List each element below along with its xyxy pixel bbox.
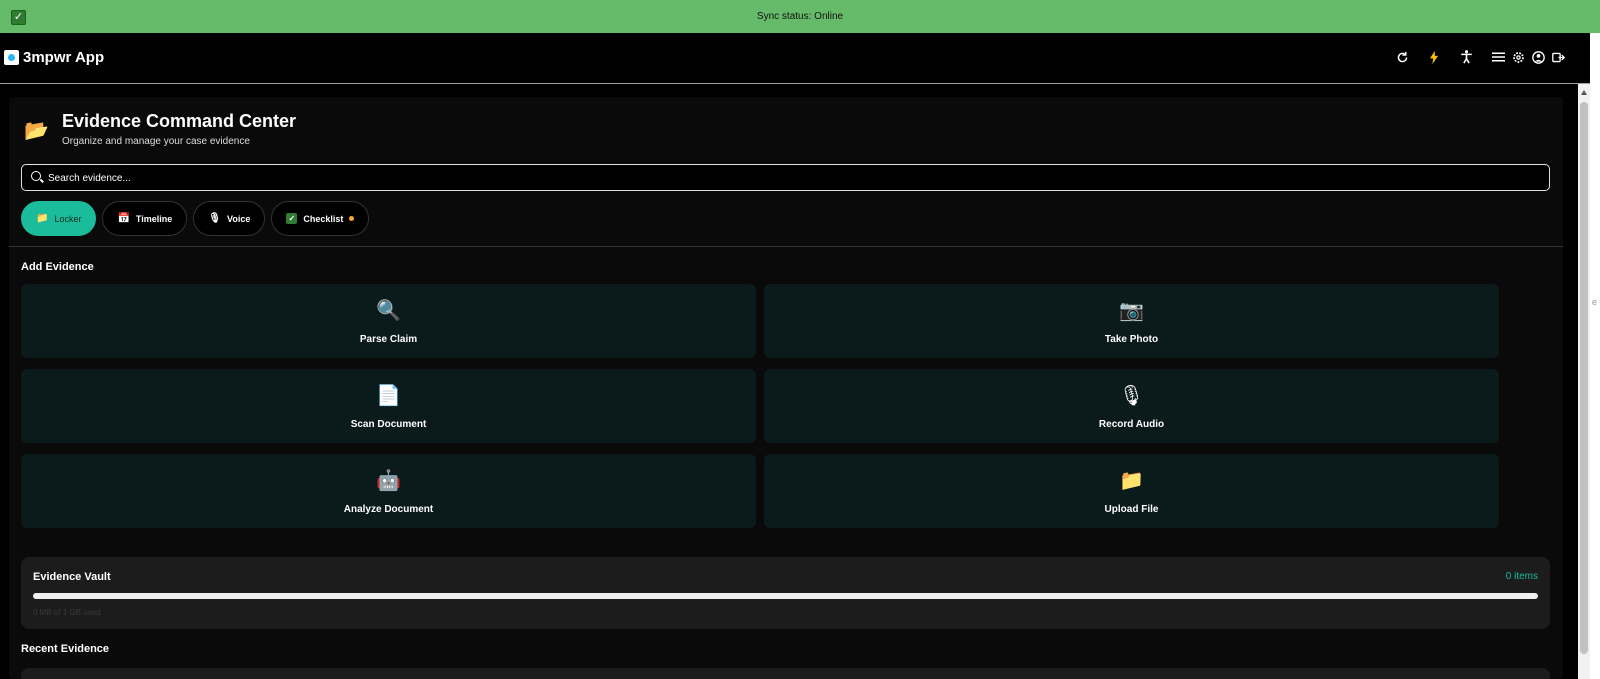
tab-checklist[interactable]: ✓ Checklist	[271, 201, 370, 236]
sync-status-text: Sync status: Online	[756, 11, 844, 22]
tab-bar: 📁 Locker 📅 Timeline 🎙 Voice ✓ Checklist	[21, 201, 370, 236]
folder-icon: 📂	[24, 118, 49, 142]
evidence-vault: Evidence Vault 0 items 0 MB of 1 GB used	[21, 557, 1550, 629]
sync-status-banner: ✓ Sync status: Online	[0, 0, 1600, 33]
folder-icon: 📁	[1119, 468, 1144, 492]
edge-glyph: e	[1592, 297, 1598, 307]
microphone-icon: 🎙	[208, 213, 221, 224]
logout-icon[interactable]	[1550, 49, 1566, 65]
checkbox-icon: ✓	[286, 213, 298, 224]
page-subtitle: Organize and manage your case evidence	[62, 136, 250, 147]
vault-item-count: 0 items	[1505, 571, 1538, 582]
tab-label: Voice	[226, 213, 251, 224]
action-label: Analyze Document	[343, 504, 434, 515]
take-photo-button[interactable]: 📷 Take Photo	[764, 284, 1499, 358]
tab-label: Locker	[54, 213, 82, 224]
calendar-icon: 📅	[117, 213, 130, 224]
tab-locker[interactable]: 📁 Locker	[21, 201, 97, 236]
recent-evidence-list	[21, 668, 1550, 679]
menu-icon[interactable]	[1490, 49, 1506, 65]
record-audio-button[interactable]: 🎙 Record Audio	[764, 369, 1499, 443]
storage-progress-bar	[33, 593, 1538, 599]
window-edge	[1590, 33, 1600, 679]
parse-claim-button[interactable]: 🔍 Parse Claim	[21, 284, 756, 358]
vault-title: Evidence Vault	[33, 571, 111, 583]
camera-icon: 📷	[1119, 298, 1144, 322]
tab-label: Checklist	[303, 213, 344, 224]
recent-evidence-title: Recent Evidence	[21, 643, 110, 655]
microphone-icon: 🎙	[1118, 383, 1145, 407]
tab-voice[interactable]: 🎙 Voice	[193, 201, 266, 236]
bolt-icon[interactable]	[1426, 49, 1442, 65]
accessibility-icon[interactable]	[1458, 49, 1474, 65]
search-input[interactable]	[48, 169, 1538, 187]
document-icon: 📄	[376, 383, 401, 407]
scroll-up-arrow-icon[interactable]	[1581, 90, 1587, 95]
settings-icon[interactable]	[1510, 49, 1526, 65]
storage-usage-text: 0 MB of 1 GB used	[33, 608, 101, 617]
scrollbar[interactable]	[1578, 84, 1590, 679]
refresh-icon[interactable]	[1394, 49, 1410, 65]
action-label: Parse Claim	[359, 334, 418, 345]
tab-label: Timeline	[135, 213, 173, 224]
action-label: Upload File	[1104, 504, 1159, 515]
magnifier-icon: 🔍	[376, 298, 401, 322]
divider	[9, 246, 1563, 247]
notification-dot	[349, 216, 355, 221]
action-label: Take Photo	[1104, 334, 1159, 345]
checkmark-icon: ✓	[11, 10, 26, 25]
upload-file-button[interactable]: 📁 Upload File	[764, 454, 1499, 528]
header-actions	[1394, 49, 1566, 65]
analyze-document-button[interactable]: 🤖 Analyze Document	[21, 454, 756, 528]
app-title[interactable]: 3mpwr App	[23, 49, 104, 66]
search-bar[interactable]	[21, 164, 1550, 191]
search-icon	[31, 171, 41, 181]
scrollbar-thumb[interactable]	[1580, 102, 1588, 654]
app-logo[interactable]	[4, 50, 19, 65]
app-header: 3mpwr App	[0, 33, 1590, 84]
tab-timeline[interactable]: 📅 Timeline	[102, 201, 188, 236]
page-title: Evidence Command Center	[62, 111, 297, 131]
robot-icon: 🤖	[376, 468, 401, 492]
action-label: Scan Document	[350, 419, 427, 430]
scan-document-button[interactable]: 📄 Scan Document	[21, 369, 756, 443]
action-label: Record Audio	[1098, 419, 1165, 430]
folder-icon: 📁	[36, 213, 49, 224]
account-icon[interactable]	[1530, 49, 1546, 65]
add-evidence-title: Add Evidence	[21, 261, 94, 273]
